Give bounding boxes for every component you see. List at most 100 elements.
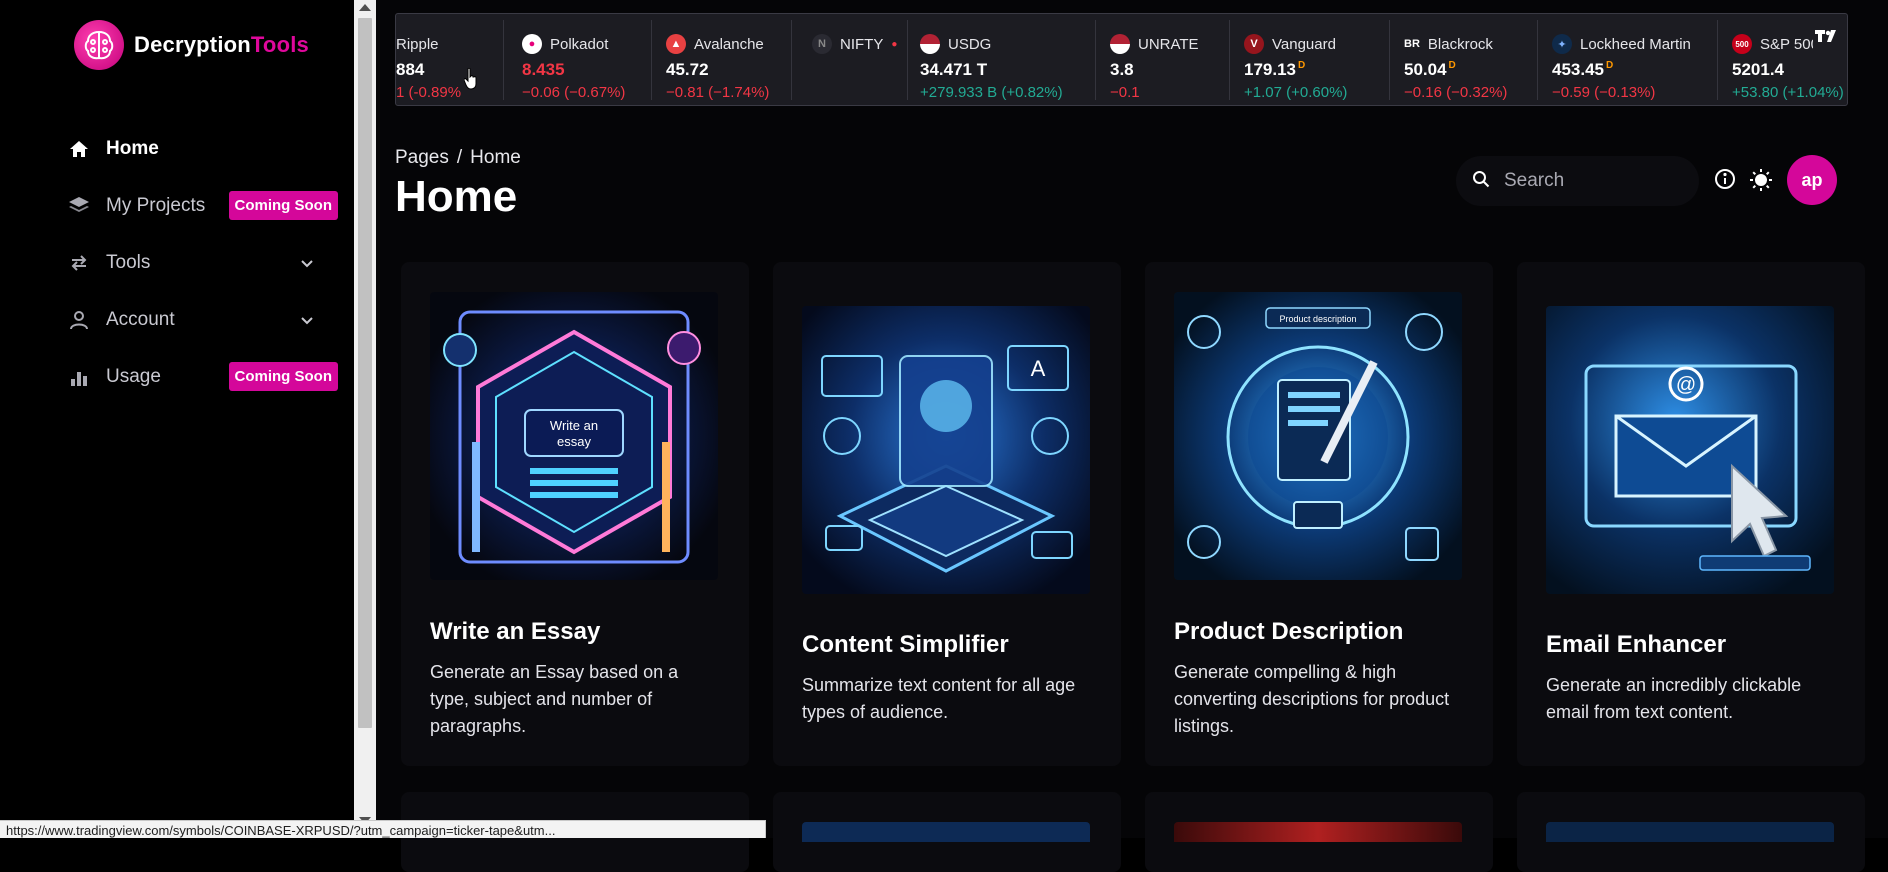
card-image-peek — [1546, 822, 1834, 842]
card-description: Generate an incredibly clickable email f… — [1546, 675, 1802, 722]
ticker-name: Ripple — [396, 35, 439, 53]
tools-grid: Write an essay Write an Essay Generate a… — [401, 262, 1865, 766]
ticker-price: 8.435 — [522, 60, 565, 79]
ticker-item-unrate[interactable]: UNRATE 3.8 −0.1 — [1096, 20, 1230, 101]
mouse-cursor-icon — [463, 67, 478, 90]
email-enhancer-illustration: @ — [1546, 306, 1834, 594]
sidebar-item-label: Account — [106, 308, 175, 330]
vanguard-icon: V — [1244, 34, 1264, 54]
brain-logo-icon — [74, 20, 124, 70]
ticker-item-polkadot[interactable]: ● Polkadot 8.435 −0.06 (−0.67%) — [504, 20, 652, 101]
ticker-item-lockheed-martin[interactable]: ✦ Lockheed Martin 453.45 D −0.59 (−0.13%) — [1538, 20, 1718, 101]
sp500-icon: 500 — [1732, 34, 1752, 54]
sidebar-item-usage[interactable]: Usage Coming Soon — [68, 348, 338, 405]
sidebar-item-my-projects[interactable]: My Projects Coming Soon — [68, 177, 338, 234]
ticker-name: Lockheed Martin — [1580, 35, 1691, 53]
ticker-price: 50.04 — [1404, 60, 1447, 79]
svg-text:A: A — [1031, 356, 1046, 381]
sidebar-item-label: My Projects — [106, 194, 206, 216]
swap-arrows-icon — [68, 252, 90, 274]
coming-soon-badge: Coming Soon — [228, 191, 338, 220]
chevron-down-icon[interactable] — [298, 311, 316, 329]
ticker-item-blackrock[interactable]: BR Blackrock 50.04 D −0.16 (−0.32%) — [1390, 20, 1538, 101]
ticker-change: +53.80 (+1.04%) — [1732, 84, 1844, 101]
ticker-name: Vanguard — [1272, 35, 1336, 53]
user-icon — [68, 309, 90, 331]
ticker-item-nifty[interactable]: N NIFTY ● — [792, 20, 908, 100]
ticker-name: USDG — [948, 35, 992, 53]
essay-illustration: Write an essay — [430, 292, 718, 580]
coming-soon-badge: Coming Soon — [228, 362, 338, 391]
ticker-name: Avalanche — [694, 35, 764, 53]
card-title: Content Simplifier — [802, 631, 1009, 658]
breadcrumb-root[interactable]: Pages — [395, 147, 449, 168]
breadcrumb-separator: / — [456, 147, 463, 168]
ticker-item-ripple[interactable]: Ripple 884 1 (-0.89% — [396, 20, 504, 101]
ticker-change: −0.59 (−0.13%) — [1552, 84, 1656, 101]
product-description-illustration: Product description — [1174, 292, 1462, 580]
ticker-change: +1.07 (+0.60%) — [1244, 84, 1348, 101]
scroll-up-icon[interactable] — [359, 4, 371, 11]
tool-card-content-simplifier[interactable]: A Content Simplifier Summarize text cont… — [773, 262, 1121, 766]
status-bar-url: https://www.tradingview.com/symbols/COIN… — [0, 820, 766, 838]
tool-card-write-essay[interactable]: Write an essay Write an Essay Generate a… — [401, 262, 749, 766]
tool-card-email-enhancer[interactable]: @ Email Enhancer Generate an incredibly … — [1517, 262, 1865, 766]
chevron-down-icon[interactable] — [298, 254, 316, 272]
ticker-change: 1 (-0.89% — [396, 84, 462, 101]
main-content: Ripple 884 1 (-0.89% ● Polkadot 8.435 −0.… — [376, 0, 1888, 872]
ticker-name: UNRATE — [1138, 35, 1199, 53]
card-description: Generate compelling & high converting de… — [1174, 662, 1450, 736]
ticker-price: 34.471 T — [920, 60, 988, 79]
info-icon[interactable] — [1714, 168, 1738, 192]
ticker-price: 884 — [396, 60, 425, 79]
blackrock-icon: BR — [1404, 34, 1420, 54]
brand-logo[interactable]: DecryptionTools — [74, 20, 309, 70]
svg-text:@: @ — [1676, 374, 1696, 396]
card-image-peek — [802, 822, 1090, 842]
avalanche-icon: ▲ — [666, 34, 686, 54]
polkadot-icon: ● — [522, 34, 542, 54]
card-description: Summarize text content for all age types… — [802, 675, 1076, 722]
layers-icon — [68, 195, 90, 217]
search-input[interactable] — [1504, 170, 1674, 192]
home-icon — [68, 138, 90, 160]
ticker-item-usdg[interactable]: USDG 34.471 T +279.933 B (+0.82%) — [908, 20, 1096, 101]
brand-name: DecryptionTools — [134, 32, 309, 57]
ticker-price: 5201.4 — [1732, 60, 1784, 79]
breadcrumb: Pages / Home — [395, 147, 521, 169]
breadcrumb-current: Home — [470, 147, 521, 168]
user-avatar[interactable]: ap — [1787, 155, 1837, 205]
sidebar-item-home[interactable]: Home — [68, 120, 338, 177]
tool-card[interactable] — [1517, 792, 1865, 872]
ticker-change: −0.16 (−0.32%) — [1404, 84, 1508, 101]
ticker-name: NIFTY — [840, 35, 884, 53]
sidebar-item-label: Tools — [106, 251, 151, 273]
ticker-item-vanguard[interactable]: V Vanguard 179.13 D +1.07 (+0.60%) — [1230, 20, 1390, 101]
search-bar[interactable] — [1456, 156, 1699, 206]
sidebar-item-tools[interactable]: Tools — [68, 234, 338, 291]
theme-toggle-sun-icon[interactable] — [1749, 168, 1773, 192]
svg-text:Product description: Product description — [1279, 314, 1356, 324]
bar-chart-icon — [68, 366, 90, 388]
sidebar-item-label: Home — [106, 137, 159, 159]
tool-card-product-description[interactable]: Product description Product Description … — [1145, 262, 1493, 766]
ticker-change: −0.1 — [1110, 84, 1140, 101]
ticker-price: 453.45 — [1552, 60, 1604, 79]
sidebar-item-account[interactable]: Account — [68, 291, 338, 348]
lockheed-star-icon: ✦ — [1552, 34, 1572, 54]
card-title: Product Description — [1174, 618, 1404, 645]
tool-card[interactable] — [773, 792, 1121, 872]
ticker-change: −0.81 (−1.74%) — [666, 84, 770, 101]
scrollbar-thumb[interactable] — [358, 18, 372, 728]
sidebar-scrollbar[interactable] — [354, 0, 376, 838]
card-description: Generate an Essay based on a type, subje… — [430, 662, 679, 736]
content-simplifier-illustration: A — [802, 306, 1090, 594]
tool-card[interactable] — [1145, 792, 1493, 872]
search-icon — [1472, 170, 1490, 193]
card-image-peek — [1174, 822, 1462, 842]
nifty-icon: N — [812, 34, 832, 54]
ticker-price: 3.8 — [1110, 60, 1134, 79]
ticker-item-avalanche[interactable]: ▲ Avalanche 45.72 −0.81 (−1.74%) — [652, 20, 792, 101]
tradingview-logo-icon[interactable] — [1813, 28, 1841, 50]
ticker-change: −0.06 (−0.67%) — [522, 84, 626, 101]
